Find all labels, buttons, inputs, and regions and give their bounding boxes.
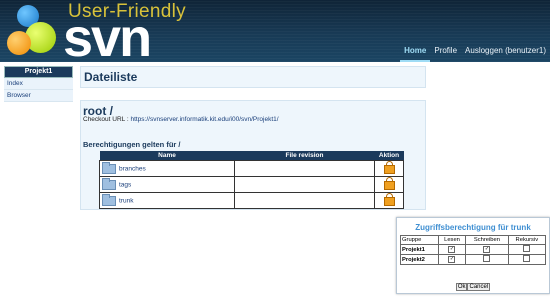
file-name[interactable]: tags: [119, 181, 131, 188]
logo-brand: svn: [63, 8, 152, 62]
table-row: branches: [99, 160, 404, 177]
col-name: Name: [99, 151, 235, 161]
lock-icon[interactable]: [383, 177, 395, 190]
sidebar: Projekt1 Index Browser: [4, 66, 73, 102]
nav-home[interactable]: Home: [400, 46, 431, 62]
title-panel: Dateiliste: [80, 66, 426, 88]
col-action: Aktion: [374, 151, 404, 161]
sidebar-item-index[interactable]: Index: [4, 78, 73, 90]
checkout-url[interactable]: https://svnserver.informatik.kit.edu/i00…: [130, 116, 278, 123]
top-nav: Home Profile Ausloggen (benutzer1): [400, 46, 550, 62]
read-checkbox[interactable]: ✓: [448, 256, 456, 263]
folder-icon: [102, 177, 116, 190]
file-panel: root / Checkout URL : https://svnserver.…: [80, 100, 426, 210]
table-row: tags: [99, 176, 404, 193]
acl-col-group: Gruppe: [400, 235, 439, 245]
folder-icon: [102, 161, 116, 174]
write-checkbox[interactable]: [483, 255, 491, 262]
sidebar-item-browser[interactable]: Browser: [4, 90, 73, 102]
col-revision: File revision: [234, 151, 375, 161]
file-table: Name File revision Aktion branches tags …: [99, 151, 404, 209]
table-row: trunk: [99, 192, 404, 209]
lock-icon[interactable]: [383, 161, 395, 174]
nav-logout[interactable]: Ausloggen (benutzer1): [461, 46, 550, 62]
file-revision: [234, 192, 375, 209]
acl-row: Projekt1 ✓ ✓: [400, 244, 547, 255]
checkout-line: Checkout URL : https://svnserver.informa…: [83, 116, 279, 123]
sidebar-title: Projekt1: [4, 66, 73, 78]
lock-icon[interactable]: [383, 193, 395, 206]
acl-col-write: Schreiben: [465, 235, 509, 245]
permission-dialog: Zugriffsberechtigung für trunk Gruppe Le…: [396, 217, 550, 294]
recursive-checkbox[interactable]: [523, 245, 531, 252]
acl-group: Projekt2: [400, 254, 439, 265]
nav-profile[interactable]: Profile: [430, 46, 461, 62]
dialog-buttons: Ok Cancel: [397, 283, 549, 291]
file-name[interactable]: trunk: [119, 197, 133, 204]
header: User-Friendly svn Home Profile Ausloggen…: [0, 0, 550, 62]
dialog-title: Zugriffsberechtigung für trunk: [415, 223, 531, 232]
checkout-label: Checkout URL :: [83, 116, 129, 123]
file-revision: [234, 176, 375, 193]
recursive-checkbox[interactable]: [523, 255, 531, 262]
file-name[interactable]: branches: [119, 165, 146, 172]
folder-icon: [102, 193, 116, 206]
acl-col-recursive: Rekursiv: [507, 235, 547, 245]
read-checkbox[interactable]: ✓: [448, 246, 456, 253]
file-revision: [234, 160, 375, 177]
logo-orange-circle: [7, 31, 31, 55]
page-title: Dateiliste: [84, 70, 138, 84]
ok-button[interactable]: Ok: [455, 283, 468, 291]
acl-table: Gruppe Lesen Schreiben Rekursiv Projekt1…: [400, 235, 547, 265]
permissions-heading: Berechtigungen gelten für /: [83, 140, 181, 149]
write-checkbox[interactable]: ✓: [483, 246, 491, 253]
acl-row: Projekt2 ✓: [400, 254, 547, 265]
acl-col-read: Lesen: [437, 235, 467, 245]
cancel-button[interactable]: Cancel: [467, 283, 491, 291]
acl-group: Projekt1: [400, 244, 439, 255]
